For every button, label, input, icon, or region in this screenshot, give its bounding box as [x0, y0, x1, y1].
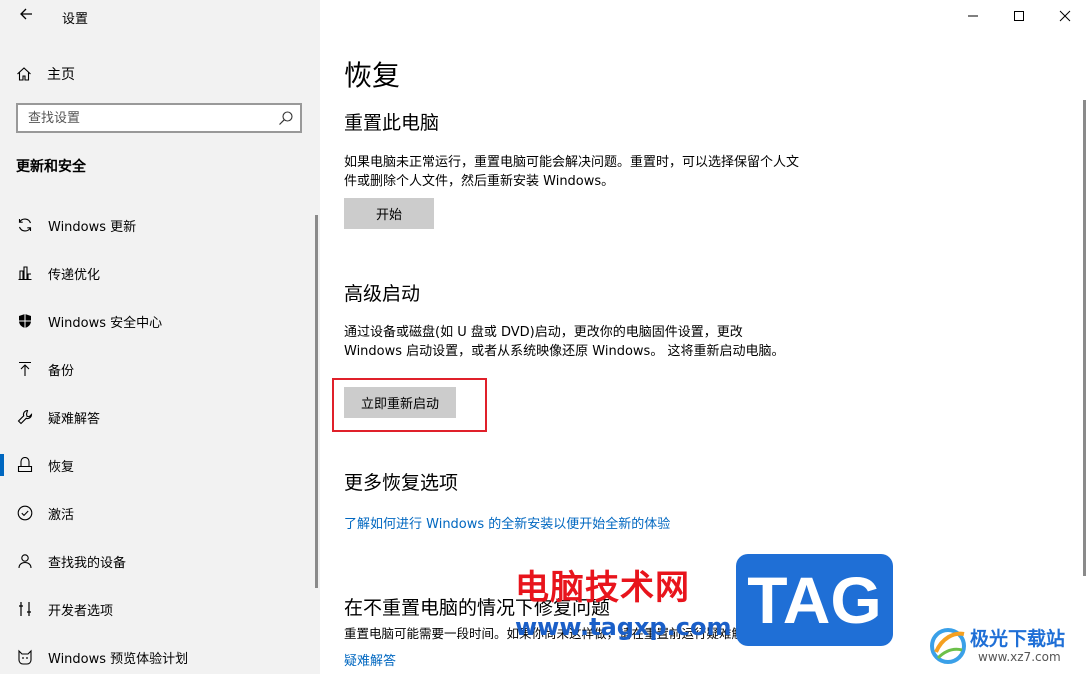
sidebar-item-windows-update[interactable]: Windows 更新	[0, 201, 316, 249]
sidebar-item-activation[interactable]: 激活	[0, 489, 316, 537]
home-nav-item[interactable]: 主页	[16, 62, 75, 86]
sidebar-item-label: Windows 预览体验计划	[48, 651, 189, 667]
sidebar-item-recovery[interactable]: 恢复	[0, 441, 316, 489]
sidebar-item-label: 恢复	[48, 459, 75, 475]
troubleshoot-link[interactable]: 疑难解答	[344, 650, 396, 669]
refresh-icon	[16, 216, 34, 234]
watermark-site-logo: 极光下载站 www.xz7.com	[928, 620, 1083, 670]
check-circle-icon	[16, 504, 34, 522]
find-device-icon	[16, 552, 34, 570]
highlight-annotation-box	[332, 378, 487, 432]
close-icon	[1059, 10, 1071, 22]
sidebar-scrollbar[interactable]	[315, 215, 318, 588]
sidebar-item-label: Windows 安全中心	[48, 315, 163, 331]
backup-arrow-icon	[16, 360, 34, 378]
sidebar-item-label: 疑难解答	[48, 411, 101, 427]
fresh-install-link[interactable]: 了解如何进行 Windows 的全新安装以便开始全新的体验	[344, 513, 670, 532]
page-title: 恢复	[344, 59, 401, 92]
reset-start-button[interactable]: 开始	[344, 198, 434, 229]
sidebar: 设置 主页 更新和安全 Windows 更新 传递优化 Windows 安全中心…	[0, 0, 320, 674]
shield-icon	[16, 312, 34, 330]
advanced-heading: 高级启动	[344, 283, 421, 305]
sidebar-item-developer-options[interactable]: 开发者选项	[0, 585, 316, 633]
more-options-heading: 更多恢复选项	[344, 472, 459, 494]
sidebar-item-backup[interactable]: 备份	[0, 345, 316, 393]
maximize-icon	[1014, 11, 1024, 21]
aurora-logo-icon	[930, 628, 966, 664]
sidebar-item-label: 查找我的设备	[48, 555, 127, 571]
watermark-site-name: 极光下载站	[970, 628, 1066, 650]
main-scrollbar[interactable]	[1083, 100, 1086, 576]
sidebar-item-windows-security[interactable]: Windows 安全中心	[0, 297, 316, 345]
developer-icon	[16, 600, 34, 618]
sidebar-item-delivery-optimization[interactable]: 传递优化	[0, 249, 316, 297]
sidebar-item-label: Windows 更新	[48, 219, 137, 235]
home-icon	[17, 67, 31, 81]
watermark-text: 电脑技术网	[515, 568, 690, 608]
back-button[interactable]	[12, 4, 40, 28]
sidebar-nav: Windows 更新 传递优化 Windows 安全中心 备份 疑难解答 恢复 …	[0, 201, 316, 681]
sidebar-item-label: 传递优化	[48, 267, 101, 283]
reset-heading: 重置此电脑	[344, 112, 440, 134]
window-controls	[950, 0, 1088, 32]
minimize-icon	[968, 15, 978, 17]
watermark-site-url: www.xz7.com	[978, 650, 1061, 664]
sidebar-item-label: 备份	[48, 363, 75, 379]
app-title: 设置	[62, 12, 89, 27]
sidebar-item-find-my-device[interactable]: 查找我的设备	[0, 537, 316, 585]
minimize-button[interactable]	[950, 0, 996, 32]
recovery-icon	[16, 456, 34, 474]
section-title: 更新和安全	[16, 159, 86, 175]
watermark-url: www.tagxp.com	[515, 613, 732, 641]
search-icon	[279, 111, 293, 125]
sidebar-item-label: 开发者选项	[48, 603, 114, 619]
sidebar-item-label: 激活	[48, 507, 75, 523]
maximize-button[interactable]	[996, 0, 1042, 32]
sidebar-item-troubleshoot[interactable]: 疑难解答	[0, 393, 316, 441]
advanced-description: 通过设备或磁盘(如 U 盘或 DVD)启动，更改你的电脑固件设置，更改 Wind…	[344, 325, 785, 359]
insider-cat-icon	[16, 648, 34, 666]
delivery-optimization-icon	[16, 264, 34, 282]
reset-description: 如果电脑未正常运行，重置电脑可能会解决问题。重置时，可以选择保留个人文件或删除个…	[344, 155, 800, 189]
wrench-icon	[16, 408, 34, 426]
back-arrow-icon	[20, 8, 32, 20]
close-button[interactable]	[1042, 0, 1088, 32]
home-label: 主页	[47, 67, 75, 83]
search-input[interactable]	[18, 105, 278, 131]
watermark-tag-logo: TAG	[736, 554, 893, 646]
search-box[interactable]	[16, 103, 302, 133]
